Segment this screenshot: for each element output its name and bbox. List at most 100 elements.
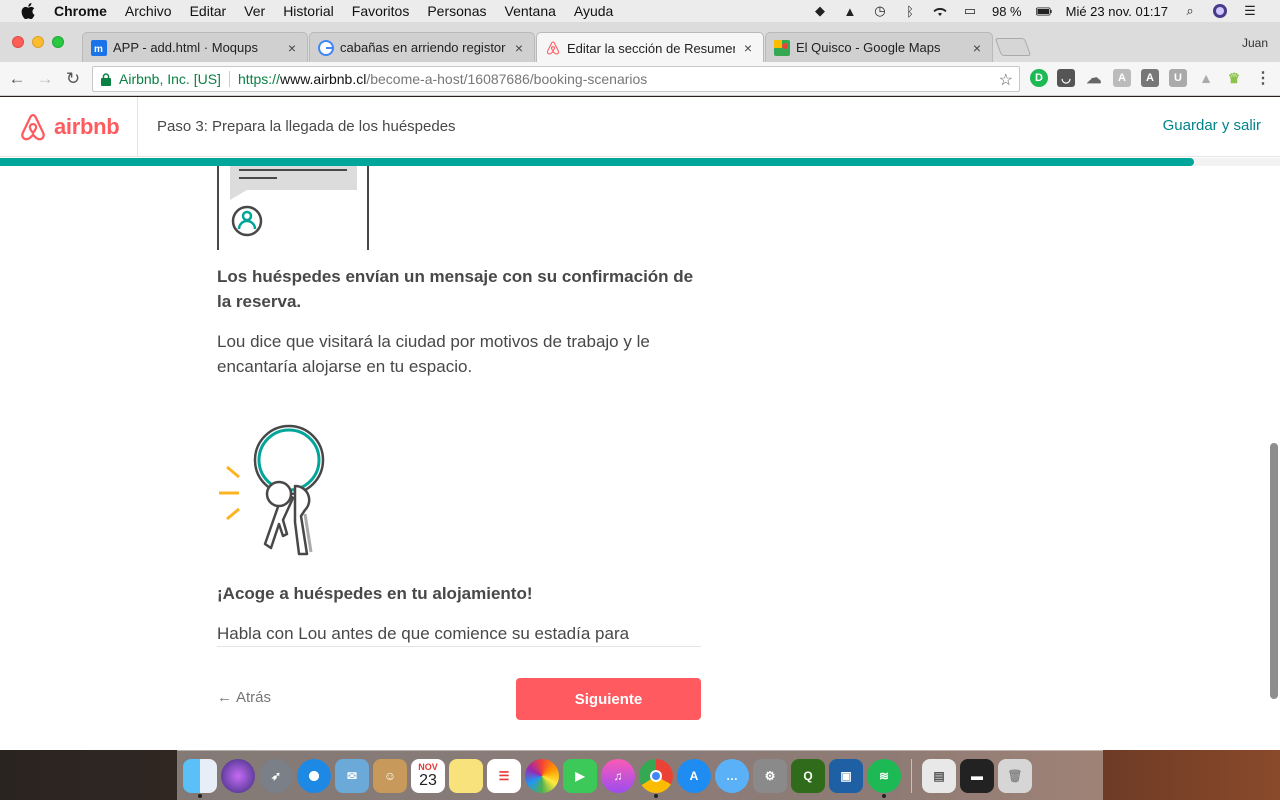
dock: ➶ ✉ ☺ NOV 23 ☰ ▶ ♫ A … ⚙ Q ▣ ≋ ▤ ▬ 🗑	[177, 750, 1103, 800]
window-maximize-button[interactable]	[52, 36, 64, 48]
section1-title: Los huéspedes envían un mensaje con su c…	[217, 267, 694, 311]
back-arrow-small-icon: ←	[217, 689, 232, 706]
tab-close-icon[interactable]: ×	[285, 40, 299, 56]
airbnb-logo-icon	[21, 113, 45, 140]
next-button[interactable]: Siguiente	[516, 678, 701, 720]
extension-angular-icon[interactable]: A	[1141, 69, 1159, 87]
window-close-button[interactable]	[12, 36, 24, 48]
spotify-icon[interactable]: ≋	[867, 758, 901, 798]
tab-google-maps[interactable]: El Quisco - Google Maps ×	[765, 32, 993, 62]
certificate-owner[interactable]: Airbnb, Inc. [US]	[119, 71, 221, 87]
reload-icon[interactable]: ↻	[62, 68, 84, 90]
siri-menubar-icon[interactable]	[1212, 4, 1228, 18]
siri-icon[interactable]	[221, 758, 255, 793]
save-and-exit-link[interactable]: Guardar y salir	[1163, 117, 1261, 134]
lock-icon[interactable]	[101, 72, 113, 86]
tab-google-search[interactable]: cabañas en arriendo registor - ×	[309, 32, 535, 62]
messages-icon[interactable]: …	[715, 758, 749, 793]
airbnb-wordmark: airbnb	[54, 113, 120, 139]
menu-personas[interactable]: Personas	[427, 3, 486, 19]
spotlight-icon[interactable]: ⌕	[1182, 3, 1198, 18]
bluetooth-icon[interactable]: ᛒ	[902, 4, 918, 19]
apple-icon[interactable]	[19, 2, 37, 20]
menu-ver[interactable]: Ver	[244, 3, 265, 19]
new-tab-button[interactable]	[994, 38, 1032, 56]
airbnb-icon	[545, 40, 561, 56]
extension-grammarly-icon[interactable]: D	[1030, 69, 1048, 87]
notes-icon[interactable]	[449, 758, 483, 793]
battery-icon[interactable]	[1035, 4, 1052, 18]
browser-tab-bar: m APP - add.html · Moqups × cabañas en a…	[0, 22, 1280, 63]
wifi-icon[interactable]	[932, 4, 948, 18]
url-scheme: https://	[237, 71, 280, 87]
itunes-icon[interactable]: ♫	[601, 758, 635, 793]
google-drive-icon[interactable]: ▲	[842, 4, 858, 19]
tab-label: Editar la sección de Resumen d	[567, 40, 735, 56]
progress-bar-fill	[0, 158, 1195, 166]
airbnb-page: airbnb Paso 3: Prepara la llegada de los…	[0, 97, 1280, 750]
extension-crown-icon[interactable]: ♛	[1225, 69, 1243, 87]
profile-name[interactable]: Juan	[1242, 36, 1268, 50]
extension-u-icon[interactable]: U	[1169, 69, 1187, 87]
message-illustration	[217, 166, 369, 250]
facetime-icon[interactable]: ▶	[563, 758, 597, 793]
contacts-icon[interactable]: ☺	[373, 758, 407, 793]
menu-editar[interactable]: Editar	[190, 3, 227, 19]
extension-cloud-icon[interactable]: ☁	[1085, 69, 1103, 87]
system-preferences-icon[interactable]: ⚙	[753, 758, 787, 793]
extension-pocket-icon[interactable]: ◡	[1057, 69, 1075, 87]
menu-app-name[interactable]: Chrome	[54, 3, 107, 19]
chrome-icon[interactable]	[639, 758, 673, 798]
svg-text:m: m	[94, 44, 103, 55]
menu-ventana[interactable]: Ventana	[505, 3, 556, 19]
window-minimize-button[interactable]	[32, 36, 44, 48]
finder-icon[interactable]	[183, 758, 217, 798]
forward-arrow-icon[interactable]: →	[34, 68, 56, 90]
address-bar[interactable]: Airbnb, Inc. [US] https://www.airbnb.cl /…	[92, 66, 1020, 92]
tab-close-icon[interactable]: ×	[512, 40, 526, 56]
notification-center-icon[interactable]: ☰	[1242, 3, 1258, 18]
back-link[interactable]: ← Atrás	[217, 689, 271, 706]
mail-icon[interactable]: ✉	[335, 758, 369, 793]
time-machine-icon[interactable]: ◷	[872, 3, 888, 18]
qgis-icon[interactable]: Q	[791, 758, 825, 793]
terminal-icon[interactable]: ▬	[960, 758, 994, 793]
appstore-icon[interactable]: A	[677, 758, 711, 793]
reminders-icon[interactable]: ☰	[487, 758, 521, 793]
trash-icon[interactable]: 🗑	[998, 758, 1032, 793]
launchpad-icon[interactable]: ➶	[259, 758, 293, 793]
tab-airbnb-active[interactable]: Editar la sección de Resumen d ×	[536, 32, 764, 63]
back-arrow-icon[interactable]: ←	[6, 68, 28, 90]
section1-body: Lou dice que visitará la ciudad por moti…	[217, 332, 650, 376]
footer-divider	[217, 646, 701, 647]
page-scrollbar[interactable]	[1270, 443, 1278, 699]
menubar-clock[interactable]: Mié 23 nov. 01:17	[1066, 4, 1168, 19]
airbnb-logo[interactable]: airbnb	[0, 97, 138, 157]
bookmark-star-icon[interactable]: ☆	[999, 70, 1013, 90]
google-icon	[318, 39, 334, 56]
menu-historial[interactable]: Historial	[283, 3, 334, 19]
tab-close-icon[interactable]: ×	[970, 40, 984, 56]
calendar-icon[interactable]: NOV 23	[411, 758, 445, 793]
tab-moqups[interactable]: m APP - add.html · Moqups ×	[82, 32, 308, 62]
safari-icon[interactable]	[297, 758, 331, 793]
airplay-icon[interactable]: ▭	[962, 3, 978, 18]
photos-icon[interactable]	[525, 758, 559, 793]
url-separator	[228, 71, 230, 87]
menu-favoritos[interactable]: Favoritos	[352, 3, 410, 19]
keys-illustration	[219, 424, 325, 556]
dropbox-icon[interactable]: ◆	[812, 3, 828, 18]
downloads-icon[interactable]: ▤	[922, 758, 956, 793]
chrome-menu-icon[interactable]: ⋮	[1254, 69, 1272, 87]
maps-icon	[774, 39, 790, 56]
window-controls	[12, 36, 64, 48]
extension-angular-gray-icon[interactable]: A	[1113, 69, 1131, 87]
tab-close-icon[interactable]: ×	[741, 40, 755, 56]
progress-bar	[0, 158, 1280, 166]
site-header: airbnb Paso 3: Prepara la llegada de los…	[0, 97, 1280, 157]
menu-archivo[interactable]: Archivo	[125, 3, 172, 19]
url-path: /become-a-host/16087686/booking-scenario…	[366, 71, 648, 87]
extension-drive-icon[interactable]: ▲	[1197, 69, 1215, 87]
menu-ayuda[interactable]: Ayuda	[574, 3, 613, 19]
sourcetree-icon[interactable]: ▣	[829, 758, 863, 793]
